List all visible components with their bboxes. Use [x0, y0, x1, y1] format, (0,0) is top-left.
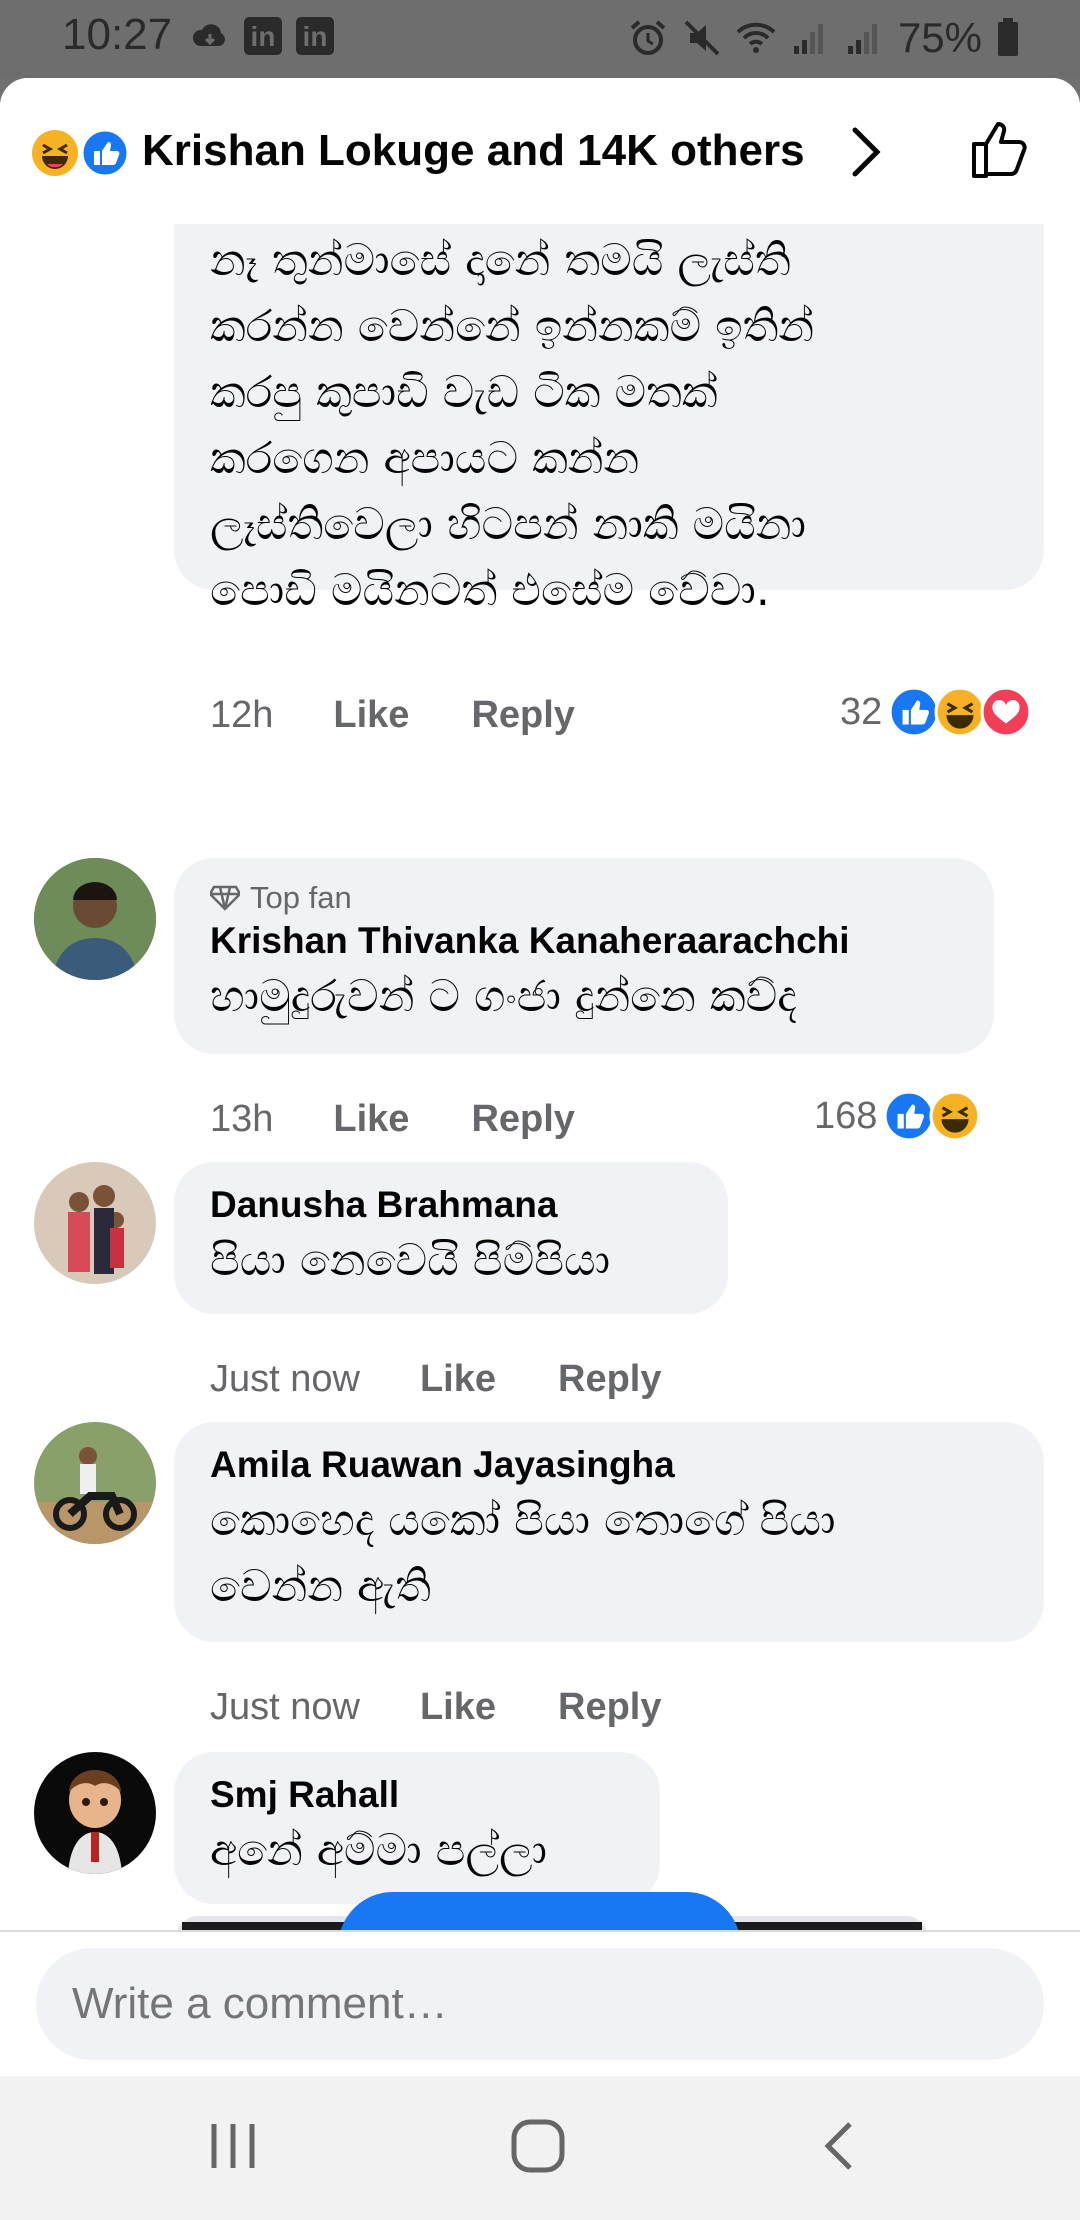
comment-text-line: කරගෙන අපායට කන්න — [210, 433, 640, 484]
comment-text-line: පියා නෙවෙයි පිම්පියා — [210, 1235, 611, 1286]
battery-percent: 75% — [897, 14, 982, 61]
system-nav-bar — [0, 2076, 1080, 2220]
comment-list[interactable]: නෑ තුන්මාසේ දානේ තමයි ලැස්ති කරන්න වෙන්න… — [0, 224, 1080, 1930]
avatar[interactable] — [34, 1752, 156, 1874]
comment-text-line: පොඩි මයිනටත් එසේම වේවා. — [210, 565, 770, 616]
reactors-title[interactable]: Krishan Lokuge and 14K others — [142, 126, 805, 176]
linkedin-icon: in — [296, 17, 334, 55]
comment-text-line: කරපු කුපාඩි වැඩ ටික මතක් — [210, 367, 718, 418]
comment-actions: 12h Like Reply — [210, 694, 575, 737]
like-button[interactable]: Like — [333, 694, 409, 737]
linkedin-icon: in — [244, 17, 282, 55]
comment-text-line: වෙන්න ඇති — [210, 1561, 431, 1612]
chevron-right-icon[interactable] — [845, 124, 885, 180]
like-reaction-icon — [888, 686, 940, 738]
new-comments-button[interactable]: 3 new comments — [338, 1892, 741, 1930]
comment-age: 12h — [210, 694, 274, 736]
reply-button[interactable]: Reply — [471, 1098, 574, 1141]
reaction-count: 168 — [814, 1094, 878, 1137]
avatar[interactable] — [34, 858, 156, 980]
alarm-icon — [630, 20, 666, 55]
comment-input[interactable] — [36, 1948, 1044, 2060]
haha-reaction-icon — [929, 1090, 981, 1142]
reply-button[interactable]: Reply — [471, 694, 574, 737]
comment-text-line: නෑ තුන්මාසේ දානේ තමයි ලැස්ති — [210, 235, 791, 286]
status-right-icons: 75% — [628, 14, 1020, 62]
top-fan-badge: Top fan — [210, 878, 958, 918]
comment-reactions[interactable]: 168 — [814, 1090, 981, 1142]
recent-apps-icon[interactable] — [208, 2116, 258, 2176]
signal-icon — [847, 24, 877, 54]
comment-composer — [0, 1930, 1080, 2076]
comment-text-line: කරන්න වෙන්නේ ඉන්නකම් ඉතින් — [210, 301, 815, 352]
diamond-icon — [210, 885, 240, 911]
comment-bubble[interactable]: Top fan Krishan Thivanka Kanaheraarachch… — [174, 858, 994, 1054]
reply-button[interactable]: Reply — [558, 1358, 661, 1401]
comment-text-line: කොහෙද යකෝ පියා තොගේ පියා — [210, 1495, 836, 1546]
battery-icon — [998, 18, 1018, 56]
comment-age: Just now — [210, 1358, 360, 1400]
comment-bubble[interactable]: Smj Rahall අනේ අම්මා පල්ලා — [174, 1752, 660, 1904]
reaction-count: 32 — [840, 690, 883, 733]
top-fan-label: Top fan — [250, 880, 352, 915]
avatar[interactable] — [34, 1422, 156, 1544]
comment-author[interactable]: Krishan Thivanka Kanaheraarachchi — [210, 918, 958, 964]
like-reaction-icon — [80, 128, 130, 178]
status-bar: 10:27 in in 75% — [0, 0, 1080, 78]
comment-actions: 13h Like Reply — [210, 1098, 575, 1141]
love-reaction-icon — [980, 686, 1032, 738]
comment-bubble[interactable]: Danusha Brahmana පියා නෙවෙයි පිම්පියා — [174, 1162, 728, 1314]
comment-text-line: ලෑස්තිවෙලා හිටපන් නාකි මයිනා — [210, 499, 807, 550]
like-reaction-icon — [883, 1090, 935, 1142]
home-icon[interactable] — [508, 2116, 568, 2176]
haha-reaction-icon — [32, 130, 78, 176]
back-icon[interactable] — [816, 2116, 860, 2176]
like-thumb-icon[interactable] — [968, 116, 1034, 182]
comment-age: 13h — [210, 1098, 274, 1140]
comment-actions: Just now Like Reply — [210, 1358, 662, 1401]
status-time: 10:27 — [62, 10, 173, 59]
comment-text-line: හාමුදුරුවන් ට ගංජා දුන්නෙ කව්ද — [210, 971, 797, 1022]
comment-bubble[interactable]: නෑ තුන්මාසේ දානේ තමයි ලැස්ති කරන්න වෙන්න… — [174, 224, 1044, 616]
comment-reactions[interactable]: 32 — [840, 686, 1032, 738]
comment-author[interactable]: Smj Rahall — [210, 1772, 624, 1818]
like-button[interactable]: Like — [420, 1686, 496, 1729]
like-button[interactable]: Like — [333, 1098, 409, 1141]
reaction-summary — [30, 124, 134, 180]
reactions-header[interactable]: Krishan Lokuge and 14K others — [0, 78, 1080, 224]
comments-sheet: Krishan Lokuge and 14K others නෑ තුන්මාස… — [0, 78, 1080, 2076]
haha-reaction-icon — [934, 686, 986, 738]
mute-icon — [684, 20, 720, 56]
avatar[interactable] — [34, 1162, 156, 1284]
comment-author[interactable]: Danusha Brahmana — [210, 1182, 692, 1228]
comment-actions: Just now Like Reply — [210, 1686, 662, 1729]
reply-button[interactable]: Reply — [558, 1686, 661, 1729]
signal-icon — [793, 24, 823, 54]
comment-author[interactable]: Amila Ruawan Jayasingha — [210, 1442, 1008, 1488]
comment-text-line: අනේ අම්මා පල්ලා — [210, 1825, 548, 1876]
comment-age: Just now — [210, 1686, 360, 1728]
cloud-icon — [192, 24, 225, 46]
comment-bubble[interactable]: Amila Ruawan Jayasingha කොහෙද යකෝ පියා ත… — [174, 1422, 1044, 1642]
status-left-icons: in in — [190, 16, 334, 56]
like-button[interactable]: Like — [420, 1358, 496, 1401]
wifi-icon — [736, 22, 776, 53]
